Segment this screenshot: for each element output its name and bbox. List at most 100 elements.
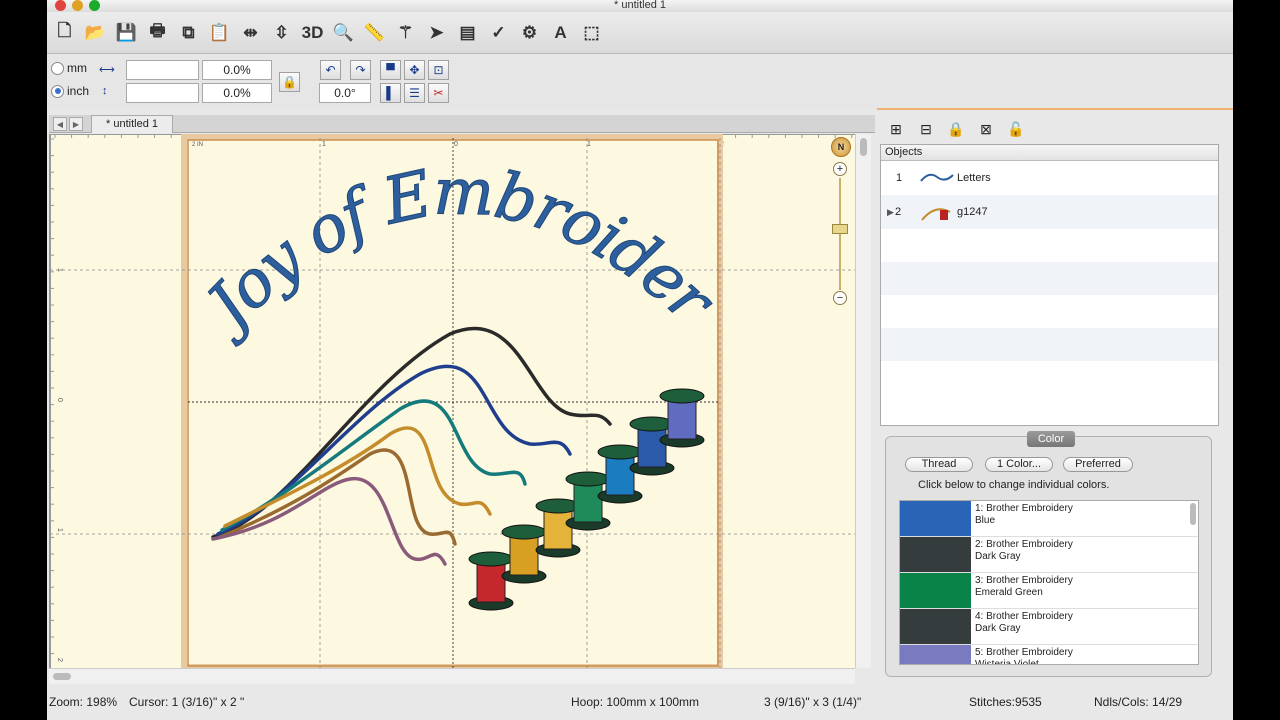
spell-check-icon[interactable]: ✓ [485, 19, 512, 46]
title-bar: * untitled 1 [47, 0, 1233, 12]
open-icon[interactable]: 📂 [82, 19, 109, 46]
swatch-scroll-thumb[interactable] [1190, 503, 1196, 525]
ruler-left-label: 1 [56, 528, 63, 532]
align-left-button[interactable]: ▌ [380, 83, 401, 103]
canvas-vertical-scrollbar[interactable] [855, 134, 871, 668]
color-chip[interactable] [900, 537, 971, 572]
color-swatch-row[interactable]: 5: Brother Embroidery Wisteria Violet [900, 645, 1198, 664]
zoom-in-icon[interactable]: + [833, 162, 847, 176]
compass-icon[interactable]: N [831, 137, 851, 157]
color-chip[interactable] [900, 645, 971, 664]
unlock-icon[interactable]: 🔓 [1005, 118, 1027, 140]
stitch-icon[interactable]: ⚚ [392, 19, 419, 46]
zoom-slider-thumb[interactable] [832, 224, 848, 234]
thread-color-name: Dark Gray [975, 623, 1021, 634]
color-swatch-row[interactable]: 2: Brother Embroidery Dark Gray [900, 537, 1198, 573]
canvas-drawing: 2 IN 1 0 1 2 1 0 1 2 Joy of Embroider [50, 134, 855, 668]
height-input[interactable] [126, 83, 199, 103]
select-pointer-icon[interactable]: ➤ [423, 19, 450, 46]
tab-untitled[interactable]: * untitled 1 [91, 115, 173, 133]
preferred-button[interactable]: Preferred [1063, 457, 1133, 472]
color-label: 4: Brother Embroidery Dark Gray [971, 609, 1073, 644]
tab-prev-button[interactable]: ◀ [53, 117, 67, 131]
thread-color-name: Dark Gray [975, 551, 1021, 562]
lock-aspect-button[interactable]: 🔒 [279, 72, 300, 92]
object-row-g1247[interactable]: ▶ 2 g1247 [881, 195, 1218, 229]
unit-inch-radio[interactable]: inch [51, 84, 89, 98]
color-label: 2: Brother Embroidery Dark Gray [971, 537, 1073, 572]
save-icon[interactable]: 💾 [113, 19, 140, 46]
radio-checked-icon [51, 84, 64, 98]
object-toolbar: ⊞ ⊟ 🔒 ⊠ 🔓 [877, 114, 1233, 144]
thread-brand: 4: Brother Embroidery [975, 611, 1073, 622]
unit-mm-radio[interactable]: mm [51, 61, 87, 75]
expand-arrow-icon[interactable]: ▶ [881, 207, 895, 218]
color-chip[interactable] [900, 501, 971, 536]
measure-icon[interactable]: 📏 [361, 19, 388, 46]
color-tab[interactable]: Color [1027, 431, 1075, 447]
flip-vertical-icon[interactable]: ⇳ [268, 19, 295, 46]
width-input[interactable] [126, 60, 199, 80]
one-color-button[interactable]: 1 Color... [985, 457, 1053, 472]
lock-all-icon[interactable]: ⊠ [975, 118, 997, 140]
zoom-out-icon[interactable]: − [833, 291, 847, 305]
color-swatch-row[interactable]: 1: Brother Embroidery Blue [900, 501, 1198, 537]
fit-icon: ⊡ [433, 63, 444, 77]
new-icon[interactable]: 🗋 [51, 19, 78, 46]
flip-horizontal-icon[interactable]: ⇹ [237, 19, 264, 46]
copy-icon[interactable]: ⧉ [175, 19, 202, 46]
thread-brand: 5: Brother Embroidery [975, 647, 1073, 658]
3d-view-icon[interactable]: 3D [299, 19, 326, 46]
cut-button[interactable]: ✂ [428, 83, 449, 103]
height-percent-input[interactable]: 0.0% [202, 83, 272, 103]
paste-icon[interactable]: 📋 [206, 19, 233, 46]
rotate-right-icon: ↷ [355, 63, 366, 77]
color-swatch-row[interactable]: 3: Brother Embroidery Emerald Green [900, 573, 1198, 609]
object-row-letters[interactable]: 1 Letters [881, 161, 1218, 195]
rotation-input[interactable]: 0.0° [319, 83, 371, 103]
width-percent-input[interactable]: 0.0% [202, 60, 272, 80]
hscroll-thumb[interactable] [53, 673, 71, 680]
thread-color-name: Emerald Green [975, 587, 1043, 598]
design-canvas[interactable]: 2 IN 1 0 1 2 1 0 1 2 Joy of Embroider N … [49, 134, 855, 668]
object-label: g1247 [957, 206, 988, 218]
lock-object-icon[interactable]: 🔒 [945, 118, 967, 140]
rotate-right-button[interactable]: ↷ [350, 60, 371, 80]
minimize-window-icon[interactable] [72, 0, 83, 11]
panel-divider [877, 108, 1233, 110]
objects-header: Objects [881, 145, 1218, 161]
color-swatch-row[interactable]: 4: Brother Embroidery Dark Gray [900, 609, 1198, 645]
text-icon[interactable]: A [547, 19, 574, 46]
color-chip[interactable] [900, 609, 971, 644]
fit-button[interactable]: ⊡ [428, 60, 449, 80]
screen-icon[interactable]: ⬚ [578, 19, 605, 46]
ungroup-icon[interactable]: ⊟ [915, 118, 937, 140]
canvas-horizontal-scrollbar[interactable] [49, 668, 855, 684]
tab-next-button[interactable]: ▶ [69, 117, 83, 131]
zoom-window-icon[interactable] [89, 0, 100, 11]
close-window-icon[interactable] [55, 0, 66, 11]
needles-status: Ndls/Cols: 14/29 [1094, 695, 1183, 709]
color-chip[interactable] [900, 573, 971, 608]
center-button[interactable]: ✥ [404, 60, 425, 80]
zoom-icon[interactable]: 🔍 [330, 19, 357, 46]
vscroll-thumb[interactable] [860, 138, 867, 156]
spools-thumbnail-icon [917, 201, 957, 223]
properties-icon[interactable]: ▤ [454, 19, 481, 46]
thread-button[interactable]: Thread [905, 457, 973, 472]
distribute-button[interactable]: ☰ [404, 83, 425, 103]
align-top-button[interactable]: ▀ [380, 60, 401, 80]
main-toolbar: 🗋 📂 💾 🖶 ⧉ 📋 ⇹ ⇳ 3D 🔍 📏 ⚚ ➤ ▤ ✓ ⚙ A ⬚ [47, 12, 1233, 54]
document-tabs: ◀ ▶ * untitled 1 [49, 115, 875, 133]
rotate-left-button[interactable]: ↶ [320, 60, 341, 80]
color-swatch-list: 1: Brother Embroidery Blue 2: Brother Embr… [899, 500, 1199, 665]
settings-icon[interactable]: ⚙ [516, 19, 543, 46]
color-label: 1: Brother Embroidery Blue [971, 501, 1073, 536]
object-number: 2 [895, 206, 902, 218]
color-hint: Click below to change individual colors. [918, 479, 1110, 491]
print-icon[interactable]: 🖶 [144, 19, 171, 46]
group-icon[interactable]: ⊞ [885, 118, 907, 140]
zoom-slider-track[interactable] [839, 178, 841, 290]
unit-inch-label: inch [67, 84, 90, 98]
unit-mm-label: mm [67, 61, 87, 75]
